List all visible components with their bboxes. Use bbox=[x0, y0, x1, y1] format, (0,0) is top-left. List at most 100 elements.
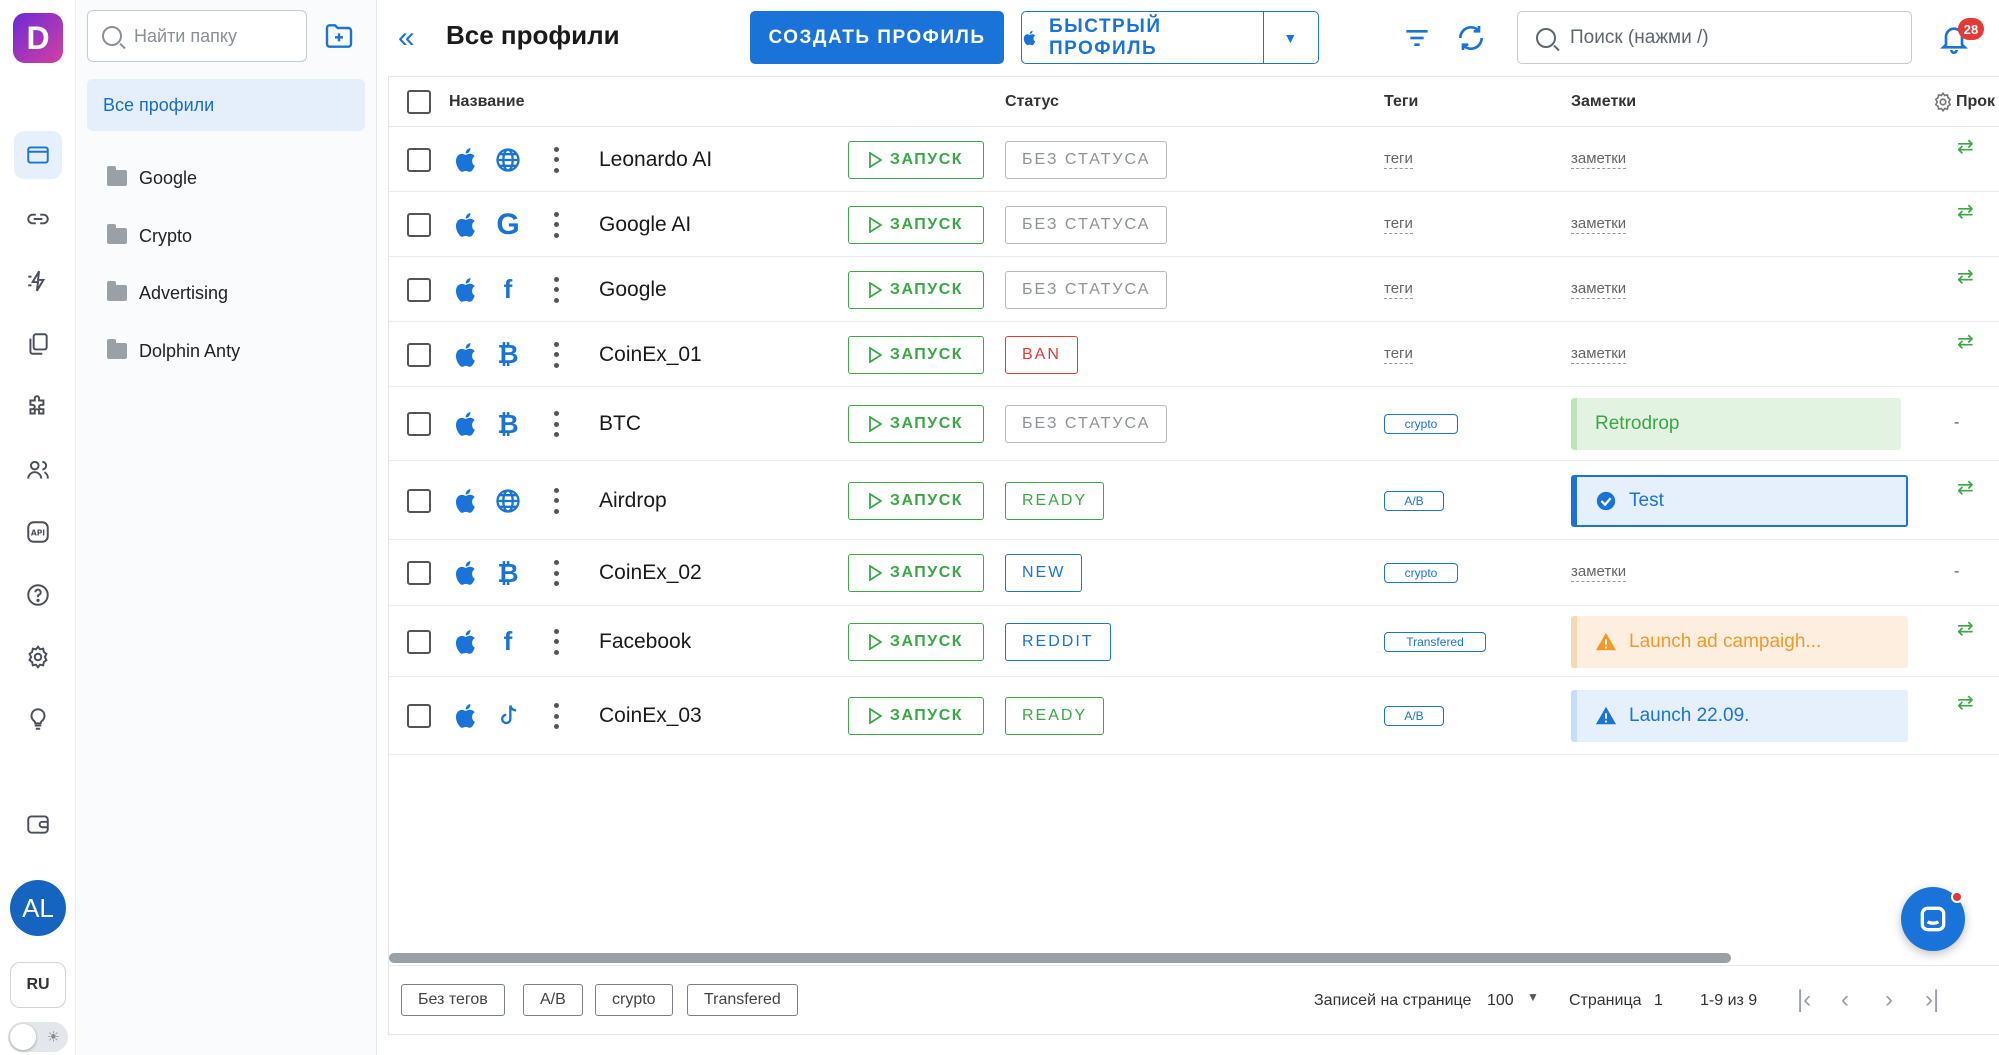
users-icon[interactable] bbox=[14, 446, 62, 494]
swap-icon[interactable]: ⇄ bbox=[1957, 199, 1974, 224]
status-badge[interactable]: BAN bbox=[1005, 335, 1078, 374]
profile-name[interactable]: Airdrop bbox=[599, 489, 667, 513]
horizontal-scrollbar[interactable] bbox=[389, 953, 1731, 963]
folder-item[interactable]: Crypto bbox=[107, 221, 192, 251]
folder-all-profiles[interactable]: Все профили bbox=[87, 79, 365, 131]
more-options-icon[interactable] bbox=[552, 211, 560, 238]
wallet-icon[interactable] bbox=[14, 800, 62, 848]
table-row[interactable]: f Google ЗАПУСК БЕЗ СТАТУСА теги заметки ⇄ bbox=[389, 257, 1999, 322]
folder-search-input[interactable]: Найти папку bbox=[87, 10, 307, 62]
header-proxy[interactable]: Прок bbox=[1956, 93, 1995, 111]
row-checkbox[interactable] bbox=[407, 342, 431, 367]
tag-pill[interactable]: A/B bbox=[1384, 490, 1444, 511]
row-checkbox[interactable] bbox=[407, 561, 431, 585]
row-checkbox[interactable] bbox=[407, 629, 431, 654]
status-badge[interactable]: READY bbox=[1005, 481, 1105, 520]
note-card[interactable]: Launch ad campaigh... bbox=[1571, 615, 1908, 668]
tag-pill[interactable]: A/B bbox=[1384, 706, 1444, 726]
select-all-checkbox[interactable] bbox=[407, 90, 431, 114]
launch-button[interactable]: ЗАПУСК bbox=[848, 270, 984, 309]
launch-button[interactable]: ЗАПУСК bbox=[848, 140, 984, 179]
row-checkbox[interactable] bbox=[407, 704, 431, 728]
row-checkbox[interactable] bbox=[407, 212, 431, 237]
table-row[interactable]: ₿ CoinEx_02 ЗАПУСК NEW crypto заметки - bbox=[389, 540, 1999, 606]
folder-item[interactable]: Advertising bbox=[107, 278, 228, 308]
more-options-icon[interactable] bbox=[552, 703, 560, 729]
profiles-icon[interactable] bbox=[14, 131, 62, 179]
folder-item[interactable]: Google bbox=[107, 163, 197, 193]
first-page-icon[interactable]: |‹ bbox=[1797, 986, 1811, 1014]
note-card[interactable]: Launch 22.09. bbox=[1571, 690, 1908, 742]
status-badge[interactable]: БЕЗ СТАТУСА bbox=[1005, 405, 1168, 443]
row-checkbox[interactable] bbox=[407, 412, 431, 436]
settings-icon[interactable] bbox=[14, 633, 62, 681]
api-icon[interactable]: API bbox=[14, 508, 62, 556]
more-options-icon[interactable] bbox=[552, 341, 560, 368]
quick-profile-main[interactable]: БЫСТРЫЙ ПРОФИЛЬ bbox=[1022, 12, 1264, 63]
per-page-select[interactable]: 100 bbox=[1487, 992, 1514, 1010]
profile-name[interactable]: BTC bbox=[599, 412, 641, 436]
note-card[interactable]: Test bbox=[1571, 474, 1908, 527]
launch-button[interactable]: ЗАПУСК bbox=[848, 554, 984, 592]
profile-name[interactable]: CoinEx_01 bbox=[599, 343, 702, 367]
column-settings-icon[interactable] bbox=[1932, 91, 1954, 113]
last-page-icon[interactable]: ›| bbox=[1925, 986, 1939, 1014]
swap-icon[interactable]: ⇄ bbox=[1957, 690, 1974, 715]
tag-filter-chip[interactable]: crypto bbox=[595, 984, 673, 1016]
swap-icon[interactable]: ⇄ bbox=[1957, 134, 1974, 159]
prev-page-icon[interactable]: ‹ bbox=[1841, 986, 1849, 1014]
page-number[interactable]: 1 bbox=[1654, 992, 1663, 1010]
table-row[interactable]: ₿ BTC ЗАПУСК БЕЗ СТАТУСА crypto Retrodrop - bbox=[389, 387, 1999, 461]
tag-pill[interactable]: Transfered bbox=[1384, 631, 1486, 652]
table-row[interactable]: Leonardo AI ЗАПУСК БЕЗ СТАТУСА теги заметки ⇄ bbox=[389, 127, 1999, 192]
language-switch[interactable]: RU bbox=[10, 962, 66, 1008]
support-chat-button[interactable] bbox=[1901, 887, 1965, 951]
swap-icon[interactable]: ⇄ bbox=[1957, 264, 1974, 289]
chevron-down-icon[interactable]: ▼ bbox=[1264, 30, 1318, 46]
tags-placeholder[interactable]: теги bbox=[1384, 345, 1413, 364]
header-name[interactable]: Название bbox=[449, 93, 525, 111]
status-badge[interactable]: NEW bbox=[1005, 554, 1083, 592]
help-icon[interactable] bbox=[14, 571, 62, 619]
table-row[interactable]: ₿ CoinEx_01 ЗАПУСК BAN теги заметки ⇄ bbox=[389, 322, 1999, 387]
chevron-down-icon[interactable]: ▼ bbox=[1527, 990, 1539, 1004]
header-status[interactable]: Статус bbox=[1005, 93, 1059, 111]
launch-button[interactable]: ЗАПУСК bbox=[848, 405, 984, 443]
next-page-icon[interactable]: › bbox=[1885, 986, 1893, 1014]
more-options-icon[interactable] bbox=[552, 628, 560, 655]
app-logo[interactable]: D bbox=[13, 13, 63, 63]
tag-pill[interactable]: crypto bbox=[1384, 563, 1458, 583]
status-badge[interactable]: REDDIT bbox=[1005, 622, 1111, 661]
more-options-icon[interactable] bbox=[552, 276, 560, 303]
notifications-bell[interactable]: 28 bbox=[1938, 18, 1984, 58]
notes-placeholder[interactable]: заметки bbox=[1571, 563, 1627, 582]
swap-icon[interactable]: ⇄ bbox=[1957, 616, 1974, 641]
table-row[interactable]: G Google AI ЗАПУСК БЕЗ СТАТУСА теги заметки ⇄ bbox=[389, 192, 1999, 257]
more-options-icon[interactable] bbox=[552, 487, 560, 514]
folder-item[interactable]: Dolphin Anty bbox=[107, 336, 240, 366]
profile-name[interactable]: Facebook bbox=[599, 630, 691, 654]
notes-placeholder[interactable]: заметки bbox=[1571, 215, 1627, 234]
row-checkbox[interactable] bbox=[407, 277, 431, 302]
more-options-icon[interactable] bbox=[552, 560, 560, 586]
notes-placeholder[interactable]: заметки bbox=[1571, 150, 1627, 169]
create-profile-button[interactable]: СОЗДАТЬ ПРОФИЛЬ bbox=[750, 11, 1004, 64]
profile-name[interactable]: Google bbox=[599, 278, 667, 302]
row-checkbox[interactable] bbox=[407, 147, 431, 172]
profile-name[interactable]: Leonardo AI bbox=[599, 148, 712, 172]
row-checkbox[interactable] bbox=[407, 488, 431, 513]
header-notes[interactable]: Заметки bbox=[1571, 93, 1636, 111]
tag-filter-chip[interactable]: Без тегов bbox=[401, 984, 505, 1016]
extensions-icon[interactable] bbox=[14, 383, 62, 431]
launch-button[interactable]: ЗАПУСК bbox=[848, 481, 984, 520]
refresh-icon[interactable] bbox=[1455, 22, 1487, 54]
tag-filter-chip[interactable]: A/B bbox=[523, 984, 583, 1016]
tags-placeholder[interactable]: теги bbox=[1384, 215, 1413, 234]
launch-button[interactable]: ЗАПУСК bbox=[848, 697, 984, 735]
swap-icon[interactable]: ⇄ bbox=[1957, 329, 1974, 354]
status-badge[interactable]: БЕЗ СТАТУСА bbox=[1005, 205, 1168, 244]
table-row[interactable]: Airdrop ЗАПУСК READY A/B Test ⇄ bbox=[389, 461, 1999, 540]
tag-pill[interactable]: crypto bbox=[1384, 414, 1458, 434]
notes-placeholder[interactable]: заметки bbox=[1571, 345, 1627, 364]
collapse-panel-icon[interactable]: « bbox=[398, 20, 428, 56]
